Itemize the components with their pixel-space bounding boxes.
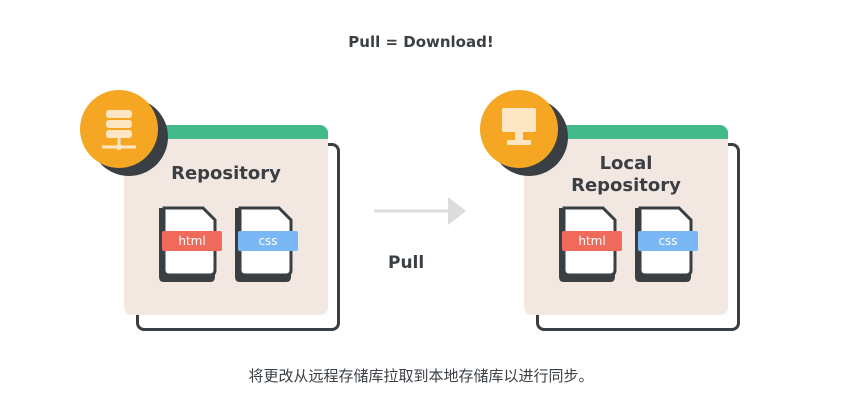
html-tag: html [162,231,222,251]
local-repository-title-line2: Repository [571,175,681,196]
css-file-icon: css [632,205,700,285]
css-tag: css [238,231,298,251]
css-tag: css [638,231,698,251]
pull-diagram: Pull = Download! Repository html css Pul… [0,0,842,404]
css-file-icon: css [232,205,300,285]
pull-label: Pull [388,253,425,273]
diagram-caption: 将更改从远程存储库拉取到本地存储库以进行同步。 [248,367,594,385]
pull-arrow-icon [374,197,466,225]
diagram-title: Pull = Download! [348,33,494,51]
monitor-icon [480,90,568,176]
html-tag: html [562,231,622,251]
html-file-icon: html [556,205,624,285]
server-icon [80,90,168,176]
html-file-icon: html [156,205,224,285]
